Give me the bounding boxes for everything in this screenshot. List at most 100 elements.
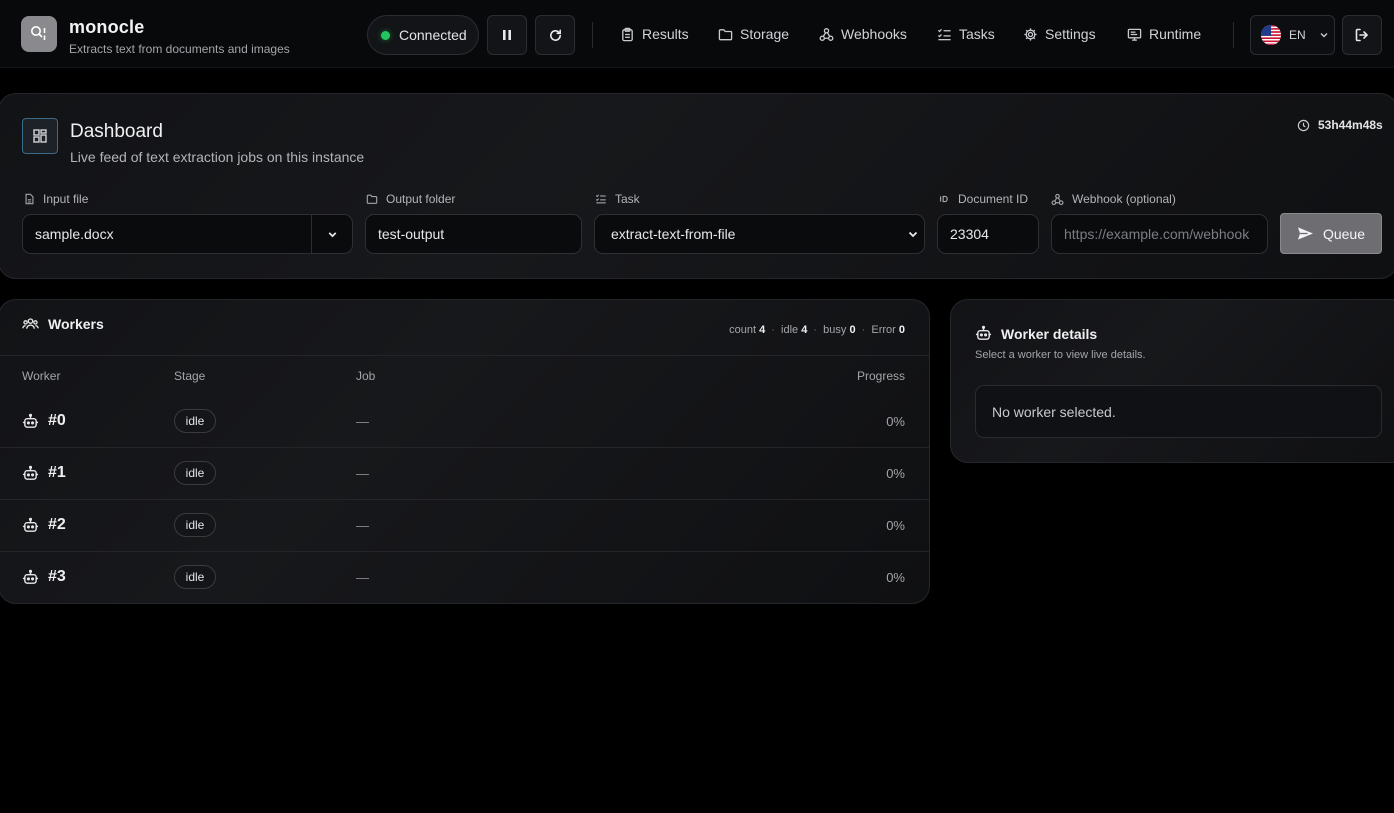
worker-name: #1 <box>48 464 66 481</box>
input-file-label: Input file <box>24 192 88 206</box>
worker-name: #3 <box>48 568 66 585</box>
gear-icon <box>1024 27 1037 41</box>
table-row-worker-1[interactable]: #1 <box>22 464 66 482</box>
robot-icon <box>975 325 992 340</box>
progress-value: 0% <box>886 466 905 481</box>
webhook-url-field[interactable] <box>1064 226 1267 242</box>
connection-status-button[interactable]: Connected <box>367 15 479 55</box>
output-folder-input[interactable]: test-output <box>365 214 582 254</box>
table-row-worker-3[interactable]: #3 <box>22 568 66 586</box>
nav-runtime-label: Runtime <box>1149 26 1202 42</box>
worker-details-card <box>950 299 1394 463</box>
worker-name: #0 <box>48 412 66 429</box>
stage-badge: idle <box>174 409 216 433</box>
task-value: extract-text-from-file <box>611 226 736 242</box>
chevron-down-icon <box>908 231 918 238</box>
stat-idle-value: 4 <box>801 324 808 336</box>
refresh-button[interactable] <box>535 15 575 55</box>
us-flag-icon <box>1261 25 1281 45</box>
progress-value: 0% <box>886 570 905 585</box>
nav-results[interactable]: Results <box>620 23 689 45</box>
users-icon <box>22 318 39 329</box>
stat-busy-value: 0 <box>849 324 856 336</box>
nav-results-label: Results <box>642 26 689 42</box>
connection-status-label: Connected <box>399 27 467 43</box>
clock-icon <box>1297 119 1310 131</box>
job-value: — <box>356 466 369 481</box>
stage-badge: idle <box>174 513 216 537</box>
uptime-display: 53h44m48s <box>1297 118 1383 132</box>
divider <box>1233 22 1234 48</box>
stat-error-label: Error <box>871 324 896 336</box>
stat-count-value: 4 <box>759 324 766 336</box>
uptime-value: 53h44m48s <box>1318 118 1383 132</box>
webhook-input[interactable] <box>1051 214 1268 254</box>
pause-button[interactable] <box>487 15 527 55</box>
table-row-worker-2[interactable]: #2 <box>22 516 66 534</box>
input-file-value: sample.docx <box>35 226 114 242</box>
nav-tasks[interactable]: Tasks <box>937 23 995 45</box>
column-header-worker: Worker <box>22 369 61 383</box>
document-id-label-text: Document ID <box>958 192 1029 206</box>
dashboard-icon <box>22 118 58 154</box>
document-id-value: 23304 <box>950 226 989 242</box>
webhook-label: Webhook (optional) <box>1051 192 1176 206</box>
workers-header: Workers <box>22 316 104 332</box>
language-code: EN <box>1289 28 1306 42</box>
nav-storage-label: Storage <box>740 26 790 42</box>
pause-icon <box>503 30 511 40</box>
send-icon <box>1297 227 1313 240</box>
app-subtitle: Extracts text from documents and images <box>69 42 290 56</box>
robot-icon <box>22 413 39 428</box>
divider <box>0 499 929 500</box>
nav-storage[interactable]: Storage <box>718 23 789 45</box>
logout-button[interactable] <box>1342 15 1382 55</box>
queue-button[interactable]: Queue <box>1280 213 1382 254</box>
refresh-icon <box>549 29 561 41</box>
task-label: Task <box>595 192 640 206</box>
divider <box>592 22 593 48</box>
input-file-label-text: Input file <box>43 192 89 206</box>
column-header-stage: Stage <box>174 369 206 383</box>
nav-settings[interactable]: Settings <box>1023 23 1096 45</box>
robot-icon <box>22 465 39 480</box>
nav-settings-label: Settings <box>1045 26 1096 42</box>
stat-count-label: count <box>729 324 757 336</box>
top-bar: monocle Extracts text from documents and… <box>0 0 1394 68</box>
list-check-icon <box>937 28 951 40</box>
column-header-progress: Progress <box>856 369 905 383</box>
id-icon <box>939 195 948 203</box>
stat-error-value: 0 <box>898 324 905 336</box>
job-value: — <box>356 414 369 429</box>
worker-details-header: Worker details <box>975 325 1097 342</box>
language-selector[interactable]: EN <box>1250 15 1335 55</box>
monitor-icon <box>1127 28 1142 41</box>
nav-webhooks[interactable]: Webhooks <box>819 23 907 45</box>
logout-icon <box>1355 28 1368 42</box>
worker-name: #2 <box>48 516 66 533</box>
progress-value: 0% <box>886 414 905 429</box>
webhook-icon <box>819 27 834 41</box>
page-subtitle: Live feed of text extraction jobs on thi… <box>70 149 365 165</box>
workers-card <box>0 299 930 604</box>
nav-runtime[interactable]: Runtime <box>1127 23 1201 45</box>
table-row-worker-0[interactable]: #0 <box>22 412 66 430</box>
stat-idle-label: idle <box>781 324 799 336</box>
divider <box>0 355 929 356</box>
webhook-label-text: Webhook (optional) <box>1072 192 1176 206</box>
robot-icon <box>22 517 39 532</box>
output-folder-label-text: Output folder <box>386 192 456 206</box>
worker-details-title: Worker details <box>1001 325 1098 342</box>
divider <box>0 551 929 552</box>
app-logo-icon[interactable] <box>21 16 57 52</box>
input-file-dropdown-button[interactable] <box>311 215 352 253</box>
clipboard-icon <box>622 27 633 41</box>
document-id-input[interactable]: 23304 <box>937 214 1039 254</box>
task-select[interactable]: extract-text-from-file <box>594 214 925 254</box>
nav-webhooks-label: Webhooks <box>841 26 907 42</box>
input-file-select[interactable]: sample.docx <box>22 214 353 254</box>
job-value: — <box>356 570 369 585</box>
page-title: Dashboard <box>70 121 163 142</box>
app-name: monocle <box>69 17 145 37</box>
robot-icon <box>22 569 39 584</box>
